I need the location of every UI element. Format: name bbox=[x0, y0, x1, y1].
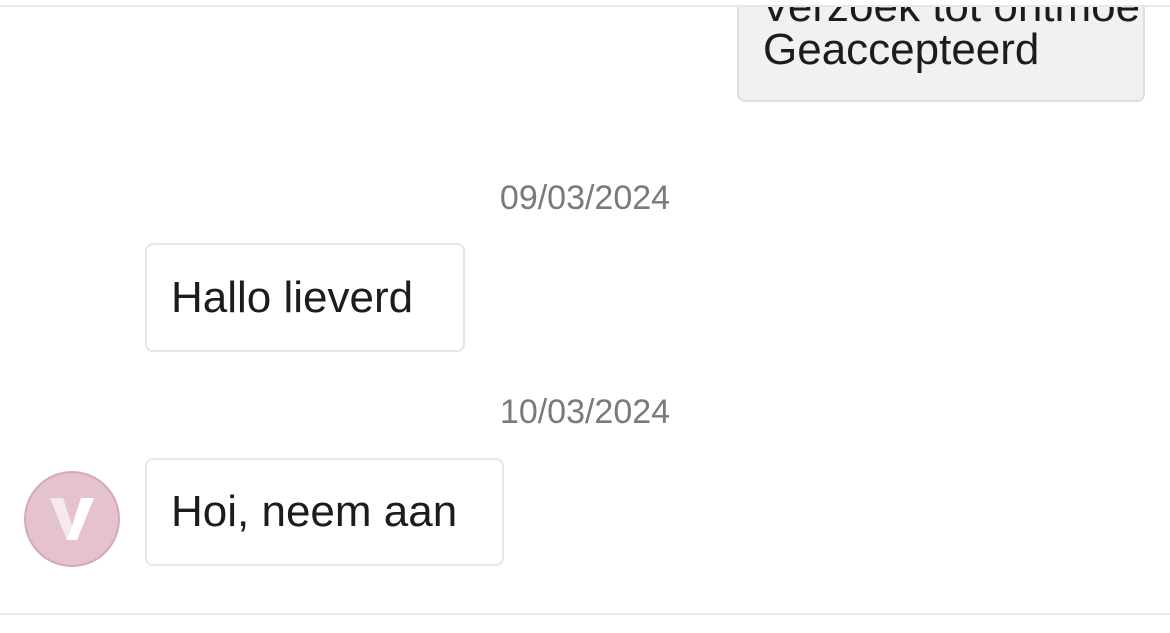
incoming-message-bubble[interactable]: Hallo lieverd bbox=[145, 243, 465, 352]
outgoing-message-bubble[interactable]: Verzoek tot ontmoeting Geaccepteerd bbox=[737, 7, 1145, 102]
incoming-message-text: Hoi, neem aan bbox=[171, 487, 458, 536]
outgoing-message-text: Geaccepteerd bbox=[763, 24, 1040, 74]
bottom-divider bbox=[0, 613, 1170, 615]
incoming-message-text: Hallo lieverd bbox=[171, 272, 414, 322]
incoming-message-bubble[interactable]: Hoi, neem aan bbox=[145, 458, 504, 566]
avatar-letter-v-icon bbox=[50, 498, 94, 540]
avatar[interactable]: V bbox=[24, 471, 120, 567]
date-separator: 10/03/2024 bbox=[499, 393, 671, 431]
date-separator: 09/03/2024 bbox=[499, 179, 671, 217]
